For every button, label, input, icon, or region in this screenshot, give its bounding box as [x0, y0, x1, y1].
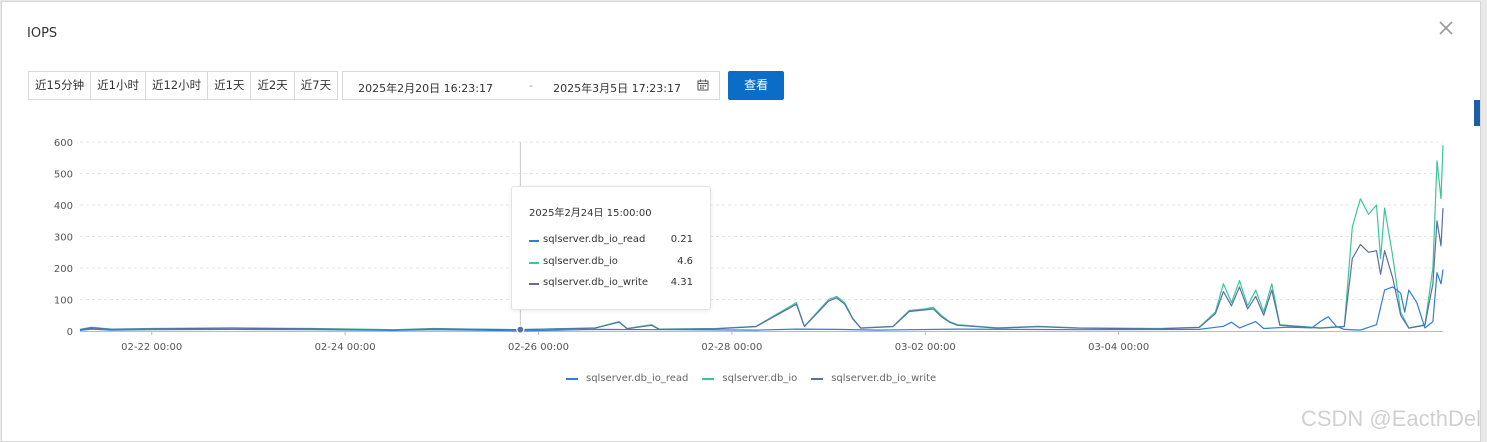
- legend-swatch: [702, 377, 715, 380]
- legend-item-read[interactable]: sqlserver.db_io_read: [566, 373, 688, 384]
- tooltip-swatch-io: [529, 262, 539, 264]
- tooltip-series-value: 0.21: [670, 234, 693, 245]
- legend-label: sqlserver.db_io: [722, 373, 798, 384]
- legend-label: sqlserver.db_io_read: [586, 373, 689, 384]
- series-line-sqlserver-db_io_write: [79, 208, 1444, 331]
- y-tick-label: 400: [54, 201, 73, 212]
- chart-tooltip: 2025年2月24日 15:00:00 sqlserver.db_io_read…: [511, 186, 711, 310]
- tooltip-row: sqlserver.db_io_write 4.31: [529, 277, 693, 291]
- series-line-sqlserver-db_io_read: [79, 269, 1444, 332]
- tooltip-swatch-write: [529, 283, 539, 285]
- chart-legend: sqlserver.db_io_read sqlserver.db_io sql…: [566, 373, 936, 384]
- tooltip-series-value: 4.31: [670, 277, 693, 288]
- x-tick-label: 02-28 00:00: [701, 342, 762, 353]
- tooltip-time: 2025年2月24日 15:00:00: [529, 208, 652, 219]
- legend-swatch: [566, 377, 578, 380]
- tooltip-series-value: 4.6: [677, 256, 693, 267]
- legend-item-io[interactable]: sqlserver.db_io: [702, 373, 797, 384]
- tooltip-series-name: sqlserver.db_io: [543, 256, 618, 267]
- y-tick-label: 200: [54, 264, 73, 275]
- y-tick-label: 100: [54, 296, 73, 307]
- legend-swatch: [811, 377, 824, 380]
- tooltip-series-name: sqlserver.db_io_write: [543, 277, 648, 288]
- x-tick-label: 03-04 00:00: [1088, 342, 1149, 353]
- x-tick-label: 03-02 00:00: [895, 342, 956, 353]
- watermark: CSDN @EacthDel: [1300, 406, 1481, 431]
- tooltip-row: sqlserver.db_io_read 0.21: [529, 234, 693, 248]
- tooltip-swatch-read: [529, 240, 539, 242]
- hover-point: [516, 325, 525, 334]
- series-line-sqlserver-db_io: [79, 145, 1444, 331]
- y-tick-label: 300: [54, 233, 73, 244]
- legend-item-write[interactable]: sqlserver.db_io_write: [811, 373, 936, 384]
- y-tick-label: 0: [67, 327, 73, 338]
- y-tick-label: 600: [54, 138, 73, 149]
- tooltip-row: sqlserver.db_io 4.6: [529, 256, 693, 270]
- x-tick-label: 02-26 00:00: [508, 342, 569, 353]
- tooltip-series-name: sqlserver.db_io_read: [543, 234, 646, 245]
- legend-label: sqlserver.db_io_write: [831, 373, 937, 384]
- y-tick-label: 500: [54, 170, 73, 181]
- x-tick-label: 02-22 00:00: [121, 342, 182, 353]
- x-tick-label: 02-24 00:00: [315, 342, 376, 353]
